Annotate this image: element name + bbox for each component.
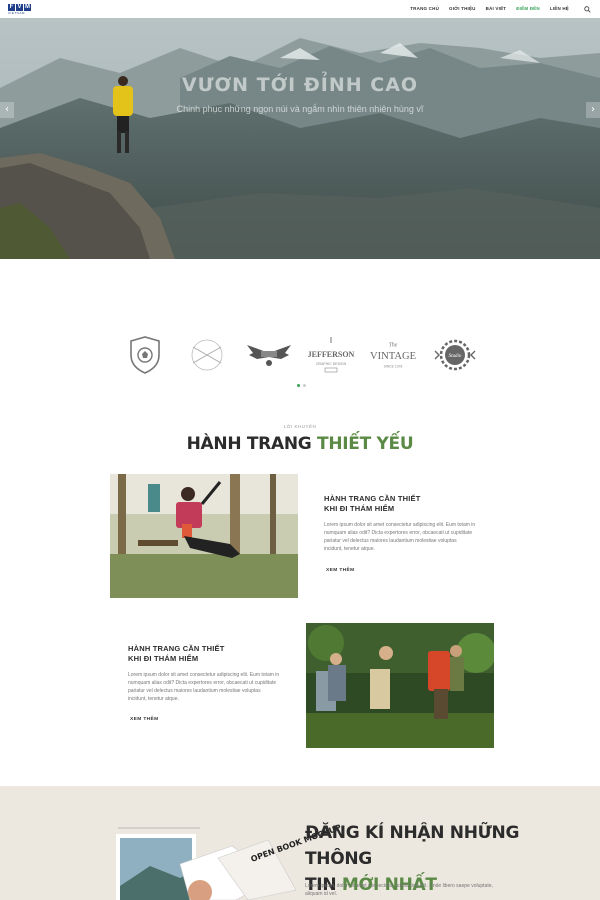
section-eyebrow: LỜI KHUYÊN [283, 424, 317, 429]
svg-text:VINTAGE: VINTAGE [370, 351, 416, 362]
nav-item-destinations[interactable]: ĐIỂM ĐẾN [516, 0, 540, 18]
read-more-link[interactable]: XEM THÊM [130, 717, 159, 723]
hero-slider: VƯƠN TỚI ĐỈNH CAO Chinh phục những ngọn … [0, 18, 600, 259]
card-title-line: HÀNH TRANG CẦN THIẾT [324, 494, 421, 503]
card-title-line: KHI ĐI THÁM HIỂM [128, 654, 199, 663]
section-title-main: HÀNH TRANG [186, 434, 312, 454]
card-description: Lorem ipsum dolor sit amet consectetur a… [324, 522, 476, 552]
partner-logos: JEFFERSON GRAPHIC DESIGN The VINTAGE SINCE … [0, 330, 600, 380]
section-title: HÀNH TRANG THIẾT YẾU [0, 433, 600, 455]
nav-item-posts[interactable]: BÀI VIẾT [486, 0, 507, 18]
logo-letter: V [16, 3, 23, 11]
logo-letter: F [8, 3, 15, 11]
eagle-wings-logo[interactable] [244, 330, 294, 380]
carousel-dot[interactable] [297, 384, 300, 387]
hero-subtitle: Chinh phục những ngọn núi và ngắm nhìn t… [176, 104, 424, 114]
main-nav: TRANG CHỦ GIỚI THIỆU BÀI VIẾT ĐIỂM ĐẾN L… [410, 0, 592, 18]
newsletter-description: Lorem ipsum, dolor sit amet consectetur … [305, 883, 493, 897]
gear-badge-logo[interactable]: Studio [430, 330, 480, 380]
card-title: HÀNH TRANG CẦN THIẾT KHI ĐI THÁM HIỂM [324, 494, 524, 514]
slider-next-button[interactable]: › [586, 102, 600, 118]
site-logo[interactable]: F V M VIETNAM [8, 3, 31, 15]
logo-letter: M [24, 3, 31, 11]
newsletter-title-line: ĐĂNG KÍ NHẬN NHỮNG THÔNG [305, 823, 520, 869]
jefferson-logo[interactable]: JEFFERSON GRAPHIC DESIGN [306, 330, 356, 380]
slider-prev-button[interactable]: ‹ [0, 102, 14, 118]
card-title: HÀNH TRANG CẦN THIẾT KHI ĐI THÁM HIỂM [128, 644, 328, 664]
vintage-logo[interactable]: The VINTAGE SINCE 1978 [368, 330, 418, 380]
logo-carousel-dots [297, 384, 306, 387]
nav-item-home[interactable]: TRANG CHỦ [410, 0, 439, 18]
svg-text:JEFFERSON: JEFFERSON [308, 350, 355, 359]
card-title-line: HÀNH TRANG CẦN THIẾT [128, 644, 225, 653]
logo-subtitle: VIETNAM [8, 10, 25, 15]
hero-title: VƯƠN TỚI ĐỈNH CAO [181, 74, 419, 96]
section-title-accent: THIẾT YẾU [317, 434, 414, 454]
nav-item-contact[interactable]: LIÊN HỆ [550, 0, 569, 18]
hikers-photo [306, 623, 494, 748]
svg-text:Studio: Studio [449, 354, 462, 359]
read-more-link[interactable]: XEM THÊM [326, 568, 355, 574]
svg-text:GRAPHIC DESIGN: GRAPHIC DESIGN [316, 362, 347, 366]
svg-text:SINCE 1978: SINCE 1978 [384, 365, 403, 369]
shield-football-logo[interactable] [120, 330, 170, 380]
page: F V M VIETNAM TRANG CHỦ GIỚI THIỆU BÀI V… [0, 0, 600, 900]
logo-mark: F V M [8, 3, 31, 11]
card-title-line: KHI ĐI THÁM HIỂM [324, 504, 395, 513]
search-icon[interactable] [583, 5, 592, 14]
market-logo[interactable] [182, 330, 232, 380]
svg-text:The: The [389, 342, 398, 348]
zipline-photo [110, 474, 298, 598]
nav-item-about[interactable]: GIỚI THIỆU [449, 0, 476, 18]
card-description: Lorem ipsum dolor sit amet consectetur a… [128, 672, 280, 702]
hero-image [0, 18, 600, 259]
carousel-dot[interactable] [303, 384, 306, 387]
site-header: F V M VIETNAM TRANG CHỦ GIỚI THIỆU BÀI V… [0, 0, 600, 18]
